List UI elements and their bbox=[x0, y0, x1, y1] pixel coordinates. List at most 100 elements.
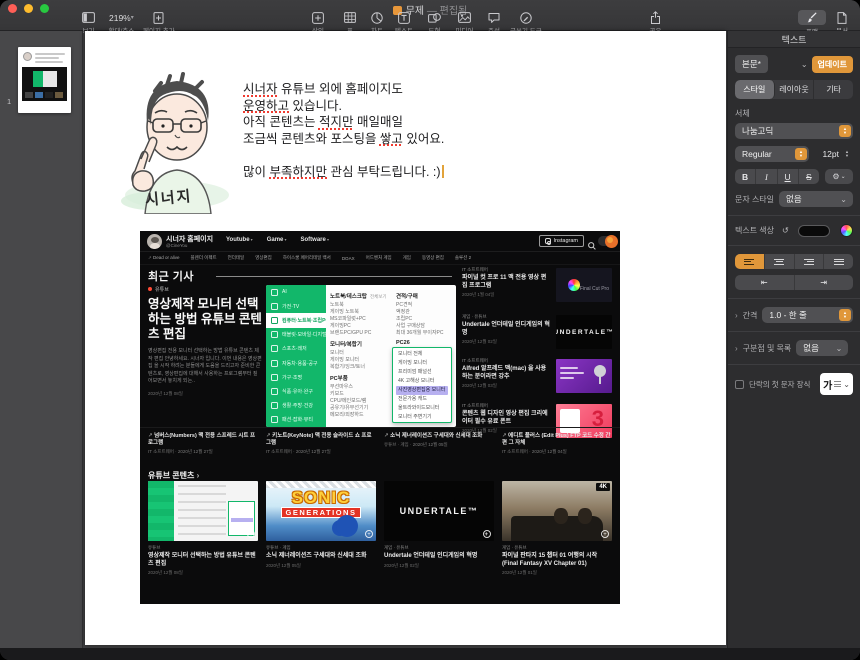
article-item: IT 소프트웨어 파이널 컷 프로 11 맥 전용 영상 편집 프로그램 202… bbox=[462, 267, 612, 298]
character-style-select[interactable]: 없음 ⌄ bbox=[779, 191, 853, 207]
category-menu-item: 생활·주방·건강 bbox=[266, 399, 326, 413]
menu-dropdown-item: 모니터 전체 bbox=[396, 350, 448, 359]
expand-icon: + bbox=[365, 530, 373, 538]
document-page[interactable]: 시너지 시너자 유튜브 외에 홈페이지도운영하고 있습니다.아직 콘텐츠는 적지… bbox=[85, 31, 726, 645]
indent-buttons: ⇤ ⇥ bbox=[735, 275, 853, 290]
panel-tabs: 스타일 레이아웃 기타 bbox=[735, 80, 853, 99]
align-left-button[interactable] bbox=[735, 254, 765, 269]
site-tagbar: Dead or alive블렌더 이펙트언더테일영상편집하이스쿨 페어리테일 백… bbox=[140, 252, 620, 265]
stepper-icon[interactable]: ▲▼ bbox=[839, 125, 851, 137]
text-lines-icon bbox=[834, 381, 841, 387]
menu-dropdown-item: 울트라와이드모니터 bbox=[396, 404, 448, 413]
category-menu-item: 태블릿·모바일·디지털 bbox=[266, 328, 326, 342]
website-screenshot-image[interactable]: 시너자 홈페이지 @CineYou YoutubeGameSoftware In… bbox=[140, 231, 620, 604]
align-right-button[interactable] bbox=[795, 254, 825, 269]
menu-dropdown-item: 게이밍 모니터 bbox=[396, 359, 448, 368]
category-menu-item: 가전·TV bbox=[266, 299, 326, 313]
char-style-label: 문자 스타일 bbox=[735, 194, 774, 205]
site-nav-item: Software bbox=[301, 237, 329, 243]
stepper-icon[interactable]: ▲▼ bbox=[839, 309, 851, 321]
text-color-swatch[interactable] bbox=[798, 225, 830, 237]
featured-category: 유튜브 bbox=[148, 286, 262, 293]
stepper-icon[interactable]: ▲▼ bbox=[841, 148, 853, 160]
dropcap-checkbox[interactable] bbox=[735, 380, 744, 389]
font-section-label: 서체 bbox=[735, 108, 853, 119]
site-tag: 어드벤처 게임 bbox=[366, 255, 392, 261]
bullets-label: 구분점 및 목록 bbox=[743, 343, 792, 354]
update-style-button[interactable]: 업데이트 bbox=[812, 56, 853, 73]
menu-dropdown-item: 4K 고해상 모니터 bbox=[396, 377, 448, 386]
comment-icon bbox=[482, 11, 506, 24]
align-justify-icon bbox=[834, 259, 844, 265]
bullets-select[interactable]: 없음 ⌄ bbox=[796, 340, 848, 356]
document-canvas: 시너지 시너자 유튜브 외에 홈페이지도운영하고 있습니다.아직 콘텐츠는 적지… bbox=[84, 31, 727, 648]
align-justify-button[interactable] bbox=[824, 254, 853, 269]
document-page-icon bbox=[831, 11, 853, 24]
disclosure-icon[interactable]: › bbox=[735, 344, 738, 353]
format-panel: 텍스트 본문* ⌄ 업데이트 스타일 레이아웃 기타 서체 나눔고딕 ▲▼ Re… bbox=[727, 31, 860, 660]
tab-layout[interactable]: 레이아웃 bbox=[775, 80, 815, 99]
font-weight-select[interactable]: Regular ▲▼ bbox=[735, 146, 809, 162]
tab-more[interactable]: 기타 bbox=[814, 80, 853, 99]
category-menu-item: 컴퓨터·노트북·조립PC bbox=[266, 313, 326, 327]
alignment-buttons bbox=[735, 254, 853, 269]
site-tag: 블렌더 이펙트 bbox=[191, 255, 217, 261]
site-avatar bbox=[147, 234, 162, 249]
portrait-illustration[interactable]: 시너지 bbox=[111, 69, 239, 214]
pages-sidebar: 1 bbox=[0, 31, 83, 648]
color-wheel-button[interactable] bbox=[840, 224, 853, 237]
article-item: IT 소프트웨어 Alfred 알프레드 맥(mac) 을 사용하는 분이라면 … bbox=[462, 358, 612, 389]
strikethrough-button[interactable]: S bbox=[799, 169, 819, 184]
increase-indent-button[interactable]: ⇥ bbox=[795, 275, 854, 290]
category-menu-screenshot: AI가전·TV컴퓨터·노트북·조립PC태블릿·모바일·디지털스포츠·레저자동차·… bbox=[266, 285, 456, 427]
chevron-down-icon: ⌄ bbox=[840, 195, 847, 204]
site-header: 시너자 홈페이지 @CineYou YoutubeGameSoftware In… bbox=[140, 231, 620, 252]
site-nav-item: Youtube bbox=[226, 237, 253, 243]
site-nav-item: Game bbox=[267, 237, 287, 243]
featured-title: 영상제작 모니터 선택하는 방법 유튜브 콘텐츠 편집 bbox=[148, 297, 262, 342]
tab-style[interactable]: 스타일 bbox=[735, 80, 775, 99]
page-thumbnail[interactable] bbox=[18, 47, 71, 113]
stepper-icon[interactable]: ▲▼ bbox=[795, 148, 807, 160]
disclosure-icon[interactable]: › bbox=[735, 311, 738, 320]
paragraph-style-chip[interactable]: 본문* bbox=[735, 55, 768, 73]
align-left-icon bbox=[744, 259, 754, 265]
window-bottom-edge bbox=[0, 648, 860, 660]
table-icon bbox=[338, 11, 362, 24]
instagram-button: Instagram bbox=[539, 235, 584, 247]
underline-button[interactable]: U bbox=[778, 169, 799, 184]
site-tag: 언더테일 bbox=[228, 255, 245, 261]
font-family-select[interactable]: 나눔고딕 ▲▼ bbox=[735, 123, 853, 139]
bold-button[interactable]: B bbox=[735, 169, 756, 184]
writing-tools-icon bbox=[514, 11, 538, 24]
category-menu-item: 패션·잡화·뷰티 bbox=[266, 413, 326, 427]
site-tag: 영상편집 bbox=[255, 255, 272, 261]
featured-excerpt: 영상편집 전용 모니터 선택하는 방법 유튜브 콘텐츠 제작 편집 안녕하세요.… bbox=[148, 348, 262, 386]
site-tag: 솔루션 2 bbox=[455, 255, 471, 261]
dropcap-style-select[interactable]: 가 ⌄ bbox=[820, 373, 853, 395]
expand-icon: + bbox=[247, 530, 255, 538]
decrease-indent-button[interactable]: ⇤ bbox=[735, 275, 795, 290]
line-spacing-select[interactable]: 1.0 - 한 줄 ▲▼ bbox=[762, 307, 853, 323]
insert-icon bbox=[306, 11, 330, 24]
document-text[interactable]: 시너자 유튜브 외에 홈페이지도운영하고 있습니다.아직 콘텐츠는 적지만 매일… bbox=[243, 81, 543, 180]
featured-article: 유튜브 영상제작 모니터 선택하는 방법 유튜브 콘텐츠 편집 영상편집 전용 … bbox=[148, 286, 262, 397]
video-thumbnail-undertale: UNDERTALE™+ bbox=[384, 481, 494, 541]
font-size-stepper[interactable]: 12pt ▲▼ bbox=[822, 148, 853, 160]
chevron-down-icon[interactable]: ⌄ bbox=[801, 60, 808, 69]
advanced-text-options-button[interactable]: ⚙⌄ bbox=[825, 169, 853, 184]
category-menu-item: 스포츠·레저 bbox=[266, 342, 326, 356]
italic-button[interactable]: I bbox=[756, 169, 777, 184]
add-page-icon bbox=[147, 11, 170, 24]
theme-toggle bbox=[598, 236, 617, 246]
video-thumbnail-ffxv: 4K+ bbox=[502, 481, 612, 541]
reset-icon[interactable]: ↺ bbox=[782, 226, 789, 235]
align-center-icon bbox=[774, 259, 784, 265]
align-center-button[interactable] bbox=[765, 254, 795, 269]
site-tag: DOAX bbox=[342, 256, 355, 261]
signature-text: 시너지 bbox=[144, 185, 193, 210]
chevron-down-icon: ▾ bbox=[131, 14, 134, 21]
site-tag: 게임 bbox=[403, 255, 411, 261]
site-nav: Youtube Game Software bbox=[226, 237, 329, 243]
spacing-label: 간격 bbox=[743, 310, 758, 321]
